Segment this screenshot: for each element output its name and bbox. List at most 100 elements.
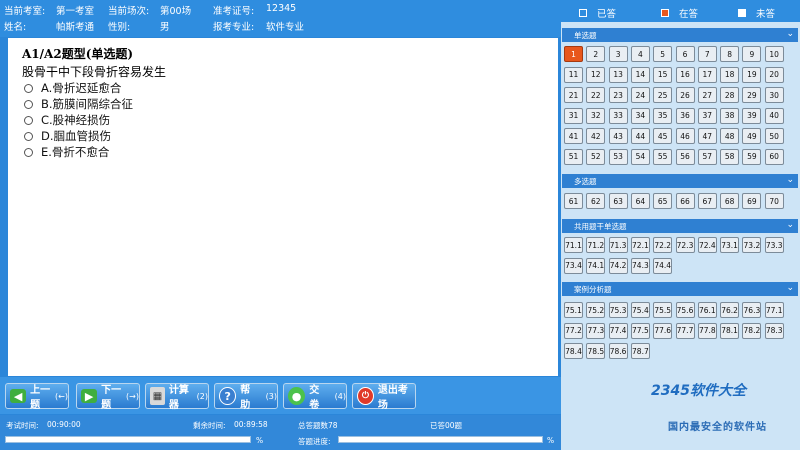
- question-number-button[interactable]: 73.3: [764, 237, 784, 253]
- question-number-button[interactable]: 52: [586, 148, 606, 165]
- question-number-button[interactable]: 54: [630, 148, 650, 165]
- question-number-button[interactable]: 5: [653, 46, 673, 62]
- question-number-button[interactable]: 49: [742, 128, 762, 144]
- question-number-button[interactable]: 78.6: [608, 343, 628, 359]
- section-header[interactable]: 案例分析题 ⌄: [562, 282, 798, 296]
- radio-icon[interactable]: [24, 115, 33, 125]
- question-number-button[interactable]: 30: [764, 87, 784, 103]
- question-number-button[interactable]: 17: [697, 66, 717, 83]
- question-number-button[interactable]: 50: [764, 128, 784, 144]
- question-number-button[interactable]: 38: [720, 107, 740, 124]
- calculator-button[interactable]: ▦ 计算器 (2): [145, 383, 209, 411]
- question-number-button[interactable]: 10: [764, 46, 784, 62]
- question-number-button[interactable]: 77.6: [653, 322, 673, 339]
- question-number-button[interactable]: 74.1: [586, 257, 606, 274]
- question-number-button[interactable]: 32: [586, 107, 606, 124]
- question-number-button[interactable]: 76.1: [697, 302, 717, 318]
- question-number-button[interactable]: 57: [697, 148, 717, 165]
- question-number-button[interactable]: 75.4: [630, 302, 650, 318]
- question-number-button[interactable]: 64: [630, 193, 650, 209]
- question-number-button[interactable]: 77.4: [608, 322, 628, 339]
- question-number-button[interactable]: 75.2: [586, 302, 606, 318]
- question-number-button[interactable]: 75.5: [653, 302, 673, 318]
- question-number-button[interactable]: 44: [630, 128, 650, 144]
- question-number-button[interactable]: 61: [564, 193, 583, 209]
- radio-icon[interactable]: [24, 147, 33, 157]
- question-number-button[interactable]: 76.2: [720, 302, 740, 318]
- prev-question-button[interactable]: ◀ 上一题 (←): [5, 383, 69, 411]
- question-number-button[interactable]: 31: [564, 107, 583, 124]
- question-number-button[interactable]: 2: [586, 46, 606, 62]
- option-c[interactable]: C.股神经损伤: [24, 112, 110, 128]
- question-number-button[interactable]: 43: [608, 128, 628, 144]
- collapse-chevron-icon[interactable]: ⌄: [786, 175, 794, 185]
- question-number-button[interactable]: 20: [764, 66, 784, 83]
- question-number-button[interactable]: 33: [608, 107, 628, 124]
- question-number-button[interactable]: 14: [630, 66, 650, 83]
- question-number-button[interactable]: 69: [742, 193, 762, 209]
- question-number-button[interactable]: 8: [720, 46, 740, 62]
- question-number-button[interactable]: 36: [675, 107, 695, 124]
- question-number-button[interactable]: 12: [586, 66, 606, 83]
- question-number-button[interactable]: 46: [675, 128, 695, 144]
- question-number-button[interactable]: 65: [653, 193, 673, 209]
- question-number-button[interactable]: 74.3: [630, 257, 650, 274]
- question-number-button[interactable]: 66: [675, 193, 695, 209]
- question-number-button[interactable]: 58: [720, 148, 740, 165]
- question-number-button[interactable]: 75.3: [608, 302, 628, 318]
- option-e[interactable]: E.骨折不愈合: [24, 144, 109, 160]
- question-number-button[interactable]: 74.2: [608, 257, 628, 274]
- radio-icon[interactable]: [24, 131, 33, 141]
- question-number-button[interactable]: 47: [697, 128, 717, 144]
- question-number-button[interactable]: 26: [675, 87, 695, 103]
- section-header[interactable]: 多选题 ⌄: [562, 174, 798, 188]
- question-number-button[interactable]: 40: [764, 107, 784, 124]
- option-b[interactable]: B.筋膜间隔综合征: [24, 96, 133, 112]
- question-number-button[interactable]: 77.1: [764, 302, 784, 318]
- question-number-button[interactable]: 78.7: [630, 343, 650, 359]
- question-number-button[interactable]: 15: [653, 66, 673, 83]
- section-header[interactable]: 单选题 ⌄: [562, 28, 798, 42]
- question-number-button[interactable]: 16: [675, 66, 695, 83]
- question-number-button[interactable]: 48: [720, 128, 740, 144]
- next-question-button[interactable]: ▶ 下一题 (→): [76, 383, 140, 411]
- question-number-button[interactable]: 71.3: [608, 237, 628, 253]
- question-number-button[interactable]: 71.2: [586, 237, 606, 253]
- question-number-button[interactable]: 62: [586, 193, 606, 209]
- question-number-button[interactable]: 35: [653, 107, 673, 124]
- question-number-button[interactable]: 6: [675, 46, 695, 62]
- question-number-button[interactable]: 28: [720, 87, 740, 103]
- question-number-button[interactable]: 42: [586, 128, 606, 144]
- question-number-button[interactable]: 51: [564, 148, 583, 165]
- question-number-button[interactable]: 75.6: [675, 302, 695, 318]
- question-number-button[interactable]: 24: [630, 87, 650, 103]
- question-number-button[interactable]: 78.3: [764, 322, 784, 339]
- question-number-button[interactable]: 78.5: [586, 343, 606, 359]
- question-number-button[interactable]: 68: [720, 193, 740, 209]
- radio-icon[interactable]: [24, 99, 33, 109]
- question-number-button[interactable]: 77.3: [586, 322, 606, 339]
- question-number-button[interactable]: 19: [742, 66, 762, 83]
- question-number-button[interactable]: 76.3: [742, 302, 762, 318]
- question-number-button[interactable]: 53: [608, 148, 628, 165]
- question-number-button[interactable]: 72.3: [675, 237, 695, 253]
- question-number-button[interactable]: 13: [608, 66, 628, 83]
- question-number-button[interactable]: 4: [630, 46, 650, 62]
- question-number-button[interactable]: 22: [586, 87, 606, 103]
- question-number-button[interactable]: 18: [720, 66, 740, 83]
- question-number-button[interactable]: 37: [697, 107, 717, 124]
- question-number-button[interactable]: 71.1: [564, 237, 583, 253]
- question-number-button[interactable]: 59: [742, 148, 762, 165]
- question-number-button[interactable]: 72.2: [653, 237, 673, 253]
- question-number-button[interactable]: 77.8: [697, 322, 717, 339]
- question-number-button[interactable]: 11: [564, 66, 583, 83]
- question-number-button[interactable]: 3: [608, 46, 628, 62]
- question-number-button[interactable]: 34: [630, 107, 650, 124]
- radio-icon[interactable]: [24, 83, 33, 93]
- question-number-button[interactable]: 41: [564, 128, 583, 144]
- question-number-button[interactable]: 67: [697, 193, 717, 209]
- question-number-button[interactable]: 7: [697, 46, 717, 62]
- question-number-button[interactable]: 39: [742, 107, 762, 124]
- question-number-button[interactable]: 55: [653, 148, 673, 165]
- question-number-button[interactable]: 73.1: [720, 237, 740, 253]
